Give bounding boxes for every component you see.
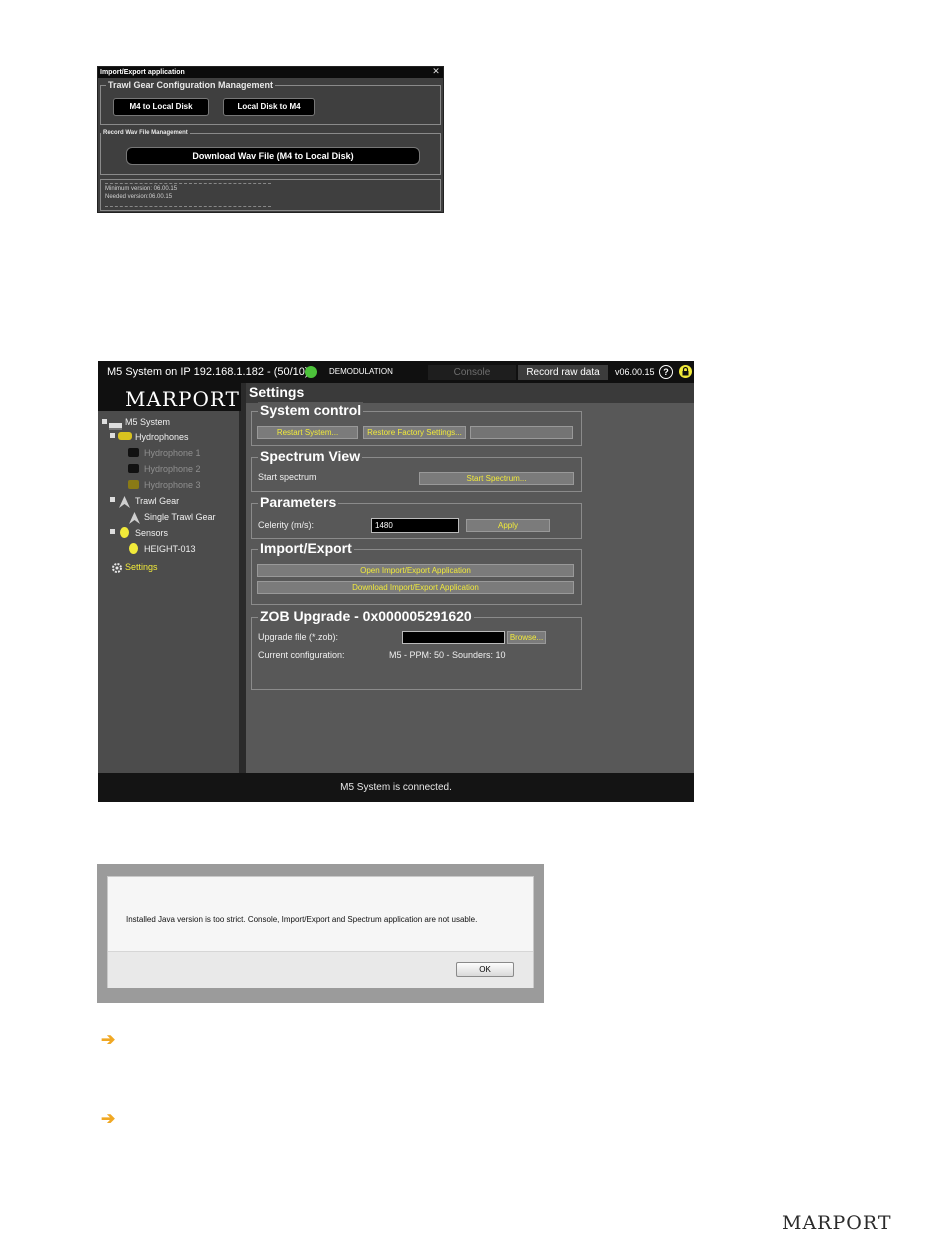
arrow-right-icon: ➔ [101,1109,116,1128]
divider [105,183,271,184]
group-title: Record Wav File Management [101,130,190,136]
system-title: M5 System on IP 192.168.1.182 - (50/10) [107,366,309,378]
settings-icon [111,561,123,579]
expand-icon[interactable] [110,433,115,438]
navigation-tree: M5 System Hydrophones Hydrophone 1 Hydro… [98,411,241,775]
arrow-right-icon: ➔ [101,1030,116,1049]
panel-title: System control [258,402,364,418]
sensor-icon [129,543,138,554]
mode-label: DEMODULATION [329,367,393,376]
m4-to-local-button[interactable]: M4 to Local Disk [113,98,209,116]
wav-file-group: Record Wav File Management Download Wav … [100,130,441,175]
tree-item-m5-system[interactable]: M5 System [125,416,170,428]
system-control-panel: System control Restart System... Restore… [251,402,582,446]
tree-item-settings[interactable]: Settings [125,561,158,573]
expand-icon[interactable] [102,419,107,424]
open-import-export-button[interactable]: Open Import/Export Application [257,564,574,577]
dialog-message: Installed Java version is too strict. Co… [126,915,478,924]
group-title: Trawl Gear Configuration Management [106,80,276,90]
dialog-footer: OK [108,951,533,988]
download-import-export-button[interactable]: Download Import/Export Application [257,581,574,594]
tree-item-hydrophone-3[interactable]: Hydrophone 3 [144,479,201,491]
version-info: Minimum version: 06.00.15 Needed version… [100,179,441,211]
panel-title: ZOB Upgrade - 0x000005291620 [258,608,474,624]
celerity-input[interactable]: 1480 [371,518,459,533]
spectrum-view-panel: Spectrum View Start spectrum Start Spect… [251,448,582,492]
ok-button[interactable]: OK [456,962,514,977]
connection-status-icon [305,366,317,378]
hydrophone-icon [128,464,139,473]
tree-item-trawl-gear[interactable]: Trawl Gear [135,495,179,507]
tree-item-hydrophone-2[interactable]: Hydrophone 2 [144,463,201,475]
tree-item-single-trawl-gear[interactable]: Single Trawl Gear [144,511,216,523]
parameters-panel: Parameters Celerity (m/s): 1480 Apply [251,494,582,539]
marport-footer-logo: MARPORT [782,1212,892,1234]
panel-title: Spectrum View [258,448,363,464]
panel-title: Parameters [258,494,339,510]
start-spectrum-label: Start spectrum [258,472,317,482]
status-bar: M5 System is connected. [98,773,694,802]
trawl-config-group: Trawl Gear Configuration Management M4 t… [100,80,441,125]
marport-logo: MARPORT [125,387,240,411]
close-icon[interactable]: ✕ [430,66,442,77]
import-export-panel: Import/Export Open Import/Export Applica… [251,540,582,605]
local-to-m4-button[interactable]: Local Disk to M4 [223,98,315,116]
restart-system-button[interactable]: Restart System... [257,426,358,439]
tree-item-hydrophones[interactable]: Hydrophones [135,431,189,443]
panel-title: Import/Export [258,540,354,556]
min-version: Minimum version: 06.00.15 [105,186,178,192]
record-raw-data-tab[interactable]: Record raw data [518,365,608,380]
splitter[interactable] [241,383,246,775]
dialog-backdrop: Installed Java version is too strict. Co… [97,864,544,1003]
upgrade-file-input[interactable] [402,631,505,644]
java-error-dialog: Installed Java version is too strict. Co… [107,876,534,988]
expand-icon[interactable] [110,497,115,502]
content-header: Settings [246,383,694,403]
current-configuration-label: Current configuration: [258,650,345,660]
upgrade-file-label: Upgrade file (*.zob): [258,632,339,642]
disabled-button [470,426,573,439]
top-bar: M5 System on IP 192.168.1.182 - (50/10) … [98,361,694,383]
expand-icon[interactable] [110,529,115,534]
window-title: Import/Export application [98,67,443,78]
import-export-window: Import/Export application ✕ Trawl Gear C… [97,66,444,213]
system-icon [109,423,122,430]
help-icon[interactable]: ? [659,365,673,379]
divider [105,206,271,207]
tree-item-hydrophone-1[interactable]: Hydrophone 1 [144,447,201,459]
version-label: v06.00.15 [615,367,655,377]
page-title: Settings [249,384,305,400]
console-tab[interactable]: Console [428,365,516,380]
apply-button[interactable]: Apply [466,519,550,532]
start-spectrum-button[interactable]: Start Spectrum... [419,472,574,485]
browse-button[interactable]: Browse... [507,631,546,644]
sensor-icon [120,527,129,538]
celerity-label: Celerity (m/s): [258,520,314,530]
hydrophone-icon [128,480,139,489]
download-wav-button[interactable]: Download Wav File (M4 to Local Disk) [126,147,420,165]
lock-icon[interactable] [679,365,692,378]
settings-app-window: M5 System on IP 192.168.1.182 - (50/10) … [98,361,694,802]
restore-factory-settings-button[interactable]: Restore Factory Settings... [363,426,466,439]
tree-item-height-013[interactable]: HEIGHT-013 [144,543,196,555]
hydrophone-icon [118,432,132,440]
zob-upgrade-panel: ZOB Upgrade - 0x000005291620 Upgrade fil… [251,608,582,690]
needed-version: Needed version:06.00.15 [105,194,173,200]
hydrophone-icon [128,448,139,457]
current-configuration-value: M5 - PPM: 50 - Sounders: 10 [389,650,506,660]
logo-area: MARPORT [98,383,241,411]
tree-item-sensors[interactable]: Sensors [135,527,168,539]
